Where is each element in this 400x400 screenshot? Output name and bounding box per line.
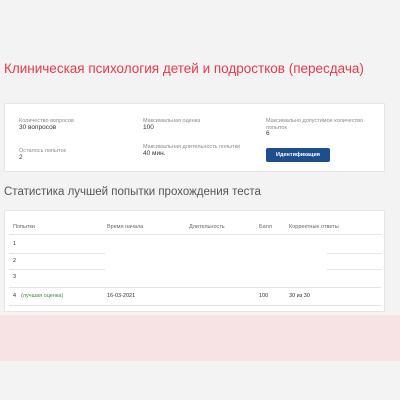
column-header-attempt: Попытки (13, 224, 35, 230)
max-duration-field: Максимальная длительность попытки 40 мин… (143, 144, 240, 157)
correct-answers: 30 из 30 (289, 293, 310, 299)
row-divider (327, 253, 381, 254)
question-count-field: Количество вопросов 30 вопросов (19, 118, 74, 131)
attempt-number: 4 (13, 293, 17, 299)
score: 100 (259, 293, 269, 299)
stats-title: Статистика лучшей попытки прохождения те… (4, 186, 261, 198)
column-header-duration: Длительность (189, 224, 225, 230)
max-duration-value: 40 мин. (143, 149, 166, 157)
max-score-value: 100 (143, 123, 154, 131)
max-attempts-field: Максимально допустимое количество попыто… (266, 118, 366, 138)
start-time: 16-03-2021 (107, 293, 136, 299)
attempts-left-label: Осталось попыток (19, 148, 66, 154)
row-divider (9, 287, 381, 288)
attempt-number: 1 (13, 241, 17, 247)
column-header-correct-answers: Корректные ответы (289, 224, 339, 230)
row-divider (9, 269, 105, 270)
max-attempts-label: Максимально допустимое количество попыто… (266, 118, 364, 131)
row-divider (327, 269, 381, 270)
test-info-card: Количество вопросов 30 вопросов Максимал… (4, 103, 385, 172)
attempt-number: 2 (13, 258, 17, 264)
column-header-start-time: Время начала (107, 224, 144, 230)
max-attempts-value: 6 (266, 130, 270, 137)
footer-band (0, 315, 400, 361)
best-score-note: (лучшая оценка) (21, 293, 64, 299)
row-divider (9, 305, 381, 306)
attempts-left-field: Осталось попыток 2 (19, 148, 66, 161)
max-score-field: Максимальная оценка 100 (143, 118, 200, 131)
attempt-number: 3 (13, 274, 17, 280)
column-header-score: Балл (259, 224, 273, 230)
attempts-table: Попытки Время начала Длительность Балл К… (4, 210, 385, 312)
page-title: Клиническая психология детей и подростко… (4, 61, 364, 76)
question-count-value: 30 вопросов (19, 123, 57, 131)
attempts-left-value: 2 (19, 153, 23, 161)
row-divider (9, 253, 105, 254)
identification-button[interactable]: Идентификация (266, 148, 330, 162)
header-divider (9, 234, 381, 235)
